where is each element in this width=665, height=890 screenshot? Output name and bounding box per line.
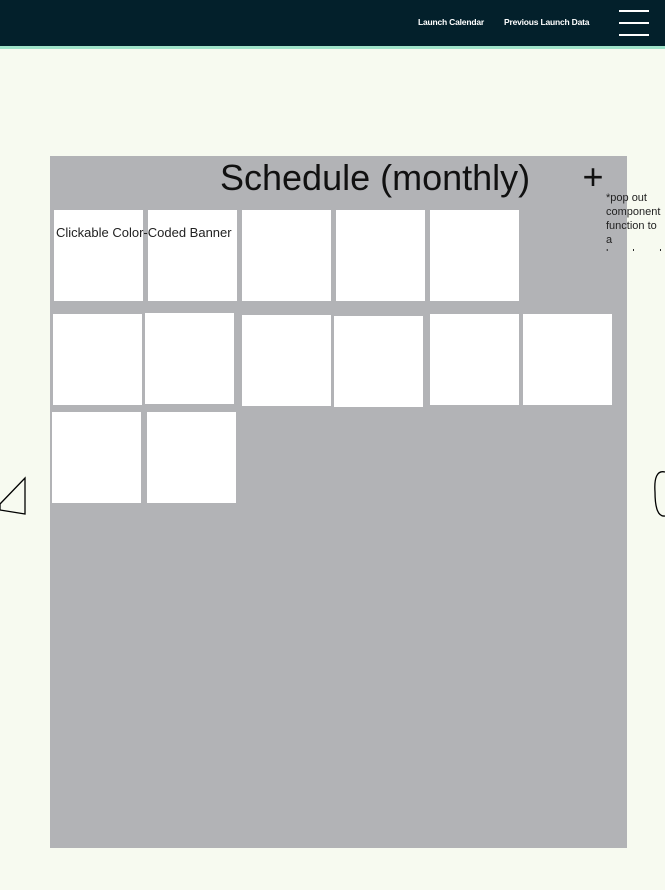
calendar-cell[interactable]: [242, 315, 331, 406]
calendar-cell[interactable]: [242, 210, 331, 301]
calendar-cell[interactable]: [430, 210, 519, 301]
calendar-cell[interactable]: [52, 412, 141, 503]
nav-launch-calendar[interactable]: Launch Calendar: [418, 17, 484, 27]
calendar-cell[interactable]: [334, 316, 423, 407]
annotation-note: *pop out component function to a launch …: [606, 192, 665, 251]
next-arrow-icon[interactable]: [652, 468, 665, 520]
top-nav-bar: Launch Calendar Previous Launch Data: [0, 0, 665, 49]
calendar-cell[interactable]: [523, 314, 612, 405]
calendar-cell[interactable]: [430, 314, 519, 405]
calendar-cell[interactable]: [53, 314, 142, 405]
calendar-cell[interactable]: [54, 210, 143, 301]
nav-previous-launch-data[interactable]: Previous Launch Data: [504, 17, 589, 27]
page-title: Schedule (monthly): [220, 157, 531, 198]
hamburger-menu-icon[interactable]: [619, 10, 649, 36]
calendar-cell[interactable]: [336, 210, 425, 301]
calendar-cell[interactable]: [147, 412, 236, 503]
calendar-cell[interactable]: [145, 313, 234, 404]
color-coded-banner[interactable]: Clickable Color-Coded Banner: [56, 225, 232, 240]
prev-arrow-icon[interactable]: [0, 474, 28, 518]
add-button[interactable]: +: [579, 158, 607, 196]
calendar-cell[interactable]: [148, 210, 237, 301]
